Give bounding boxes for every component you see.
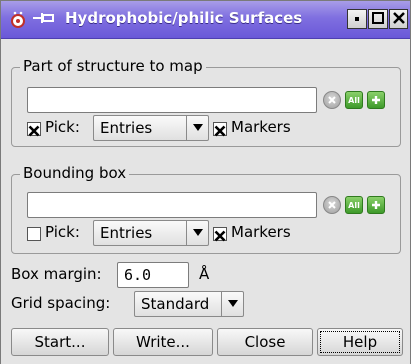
- pin-icon[interactable]: [33, 10, 55, 28]
- grid-spacing-label: Grid spacing:: [11, 294, 111, 312]
- bbox-pick-label: Pick:: [45, 223, 80, 241]
- help-button[interactable]: Help: [317, 328, 403, 356]
- structure-all-button[interactable]: All: [345, 91, 363, 109]
- close-window-button[interactable]: [389, 9, 408, 29]
- chevron-down-icon: [186, 116, 208, 140]
- bbox-clear-button[interactable]: [323, 196, 341, 214]
- box-margin-label: Box margin:: [11, 265, 102, 283]
- window-title: Hydrophobic/philic Surfaces: [65, 9, 303, 27]
- grid-spacing-value: Standard: [141, 295, 210, 313]
- structure-pick-select[interactable]: Entries: [93, 115, 209, 141]
- bbox-add-button[interactable]: [367, 196, 385, 214]
- bbox-pick-select[interactable]: Entries: [93, 220, 209, 246]
- structure-markers-checkbox[interactable]: [213, 122, 227, 137]
- start-button[interactable]: Start...: [11, 328, 109, 356]
- bbox-spec-input[interactable]: [27, 192, 317, 218]
- bbox-markers-checkbox[interactable]: [213, 227, 227, 242]
- clear-icon: [327, 91, 337, 109]
- bbox-markers-label: Markers: [231, 223, 291, 241]
- bbox-pick-checkbox[interactable]: [27, 227, 41, 241]
- clear-icon: [327, 196, 337, 214]
- chevron-down-icon: [221, 292, 243, 316]
- minimize-button[interactable]: [347, 9, 367, 29]
- title-bar[interactable]: Hydrophobic/philic Surfaces: [1, 1, 410, 39]
- bbox-all-button[interactable]: All: [345, 196, 363, 214]
- structure-pick-value: Entries: [100, 119, 153, 137]
- grid-spacing-select[interactable]: Standard: [134, 291, 244, 317]
- maximize-button[interactable]: [368, 9, 388, 29]
- box-margin-input[interactable]: 6.0: [117, 262, 189, 288]
- write-button[interactable]: Write...: [113, 328, 213, 356]
- app-icon[interactable]: [9, 11, 27, 29]
- structure-markers-label: Markers: [231, 118, 291, 136]
- minimize-icon: [352, 10, 362, 28]
- maximize-icon: [372, 10, 384, 28]
- dialog-window: Hydrophobic/philic Surfaces Part of stru…: [0, 0, 411, 364]
- structure-clear-button[interactable]: [323, 91, 341, 109]
- structure-pick-checkbox[interactable]: [27, 122, 41, 137]
- structure-add-button[interactable]: [367, 91, 385, 109]
- close-icon: [392, 10, 405, 28]
- structure-spec-input[interactable]: [27, 87, 317, 113]
- plus-icon: [371, 91, 381, 109]
- close-button[interactable]: Close: [217, 328, 313, 356]
- bbox-group-title: Bounding box: [20, 164, 130, 182]
- bottom-edge: [1, 358, 410, 364]
- bbox-pick-value: Entries: [100, 224, 153, 242]
- chevron-down-icon: [186, 221, 208, 245]
- box-margin-unit: Å: [199, 265, 210, 283]
- plus-icon: [371, 196, 381, 214]
- structure-pick-label: Pick:: [45, 118, 80, 136]
- structure-group-title: Part of structure to map: [20, 57, 206, 75]
